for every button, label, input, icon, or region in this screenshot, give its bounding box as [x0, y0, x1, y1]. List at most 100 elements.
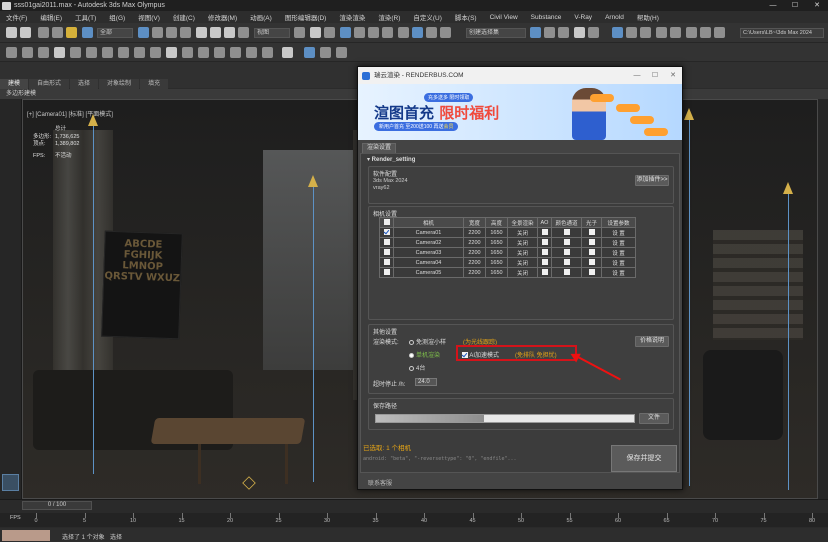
select-camera-checkbox[interactable] [379, 237, 394, 248]
menu-create[interactable]: 创建(C) [173, 12, 195, 22]
menu-tools[interactable]: 工具(T) [75, 12, 96, 22]
vray-mesh-export-icon[interactable] [150, 47, 161, 58]
menu-animation[interactable]: 动画(A) [250, 12, 272, 22]
align-icon[interactable] [426, 27, 437, 38]
arnold-light-icon[interactable] [320, 47, 331, 58]
contact-support-link[interactable]: 联系客服 [368, 478, 392, 487]
select-camera-checkbox[interactable] [379, 257, 394, 268]
render-setup-icon[interactable] [574, 27, 585, 38]
time-slider[interactable]: 0 / 100 [22, 501, 92, 510]
vray-ies-icon[interactable] [22, 47, 33, 58]
dialog-close-button[interactable]: ✕ [664, 67, 682, 84]
menu-edit[interactable]: 编辑(E) [40, 12, 62, 22]
ao-checkbox[interactable] [537, 257, 552, 268]
camera-height-cell[interactable]: 1650 [485, 257, 508, 268]
camera-name-cell[interactable]: Camera05 [393, 267, 464, 278]
placement-icon[interactable] [238, 27, 249, 38]
rotate-icon[interactable] [210, 27, 221, 38]
activeshade-icon[interactable] [640, 27, 651, 38]
radio-standard[interactable] [409, 352, 414, 358]
project-folder-icon[interactable] [686, 27, 697, 38]
track-bar[interactable]: FPS 0 5 10 15 20 25 30 35 40 45 50 55 60 65 70 75 80 [0, 513, 828, 527]
camera-settings-cell[interactable]: 设 置 [601, 247, 636, 258]
rectangular-selection-icon[interactable] [166, 27, 177, 38]
camera-width-cell[interactable]: 2200 [463, 257, 486, 268]
vray-plane-icon[interactable] [102, 47, 113, 58]
maxscript-listener[interactable] [2, 530, 50, 541]
save-path-field[interactable] [375, 414, 635, 423]
project-manager-icon[interactable] [700, 27, 711, 38]
color-channel-checkbox[interactable] [551, 227, 582, 238]
curve-editor-icon[interactable] [530, 27, 541, 38]
camera-height-cell[interactable]: 1650 [485, 237, 508, 248]
table-row[interactable]: Camera02 2200 1650 关闭 设 置 [379, 237, 636, 248]
color-channel-checkbox[interactable] [563, 239, 570, 246]
camera-name-cell[interactable]: Camera02 [393, 237, 464, 248]
menu-customize[interactable]: 自定义(U) [413, 12, 442, 22]
mode-standard-option[interactable]: 单机渲染 [409, 350, 440, 359]
dialog-minimize-button[interactable]: — [628, 67, 646, 84]
camera-checkbox[interactable] [383, 259, 390, 266]
radio-free[interactable] [409, 339, 414, 345]
ao-checkbox[interactable] [537, 247, 552, 258]
snaps-toggle-icon[interactable] [340, 27, 351, 38]
camera-settings-cell[interactable]: 设 置 [601, 237, 636, 248]
photon-checkbox[interactable] [588, 229, 595, 236]
vray-ambient-light-icon[interactable] [38, 47, 49, 58]
arnold-settings-icon[interactable] [336, 47, 347, 58]
photon-checkbox[interactable] [581, 257, 602, 268]
ao-checkbox[interactable] [537, 237, 552, 248]
table-row[interactable]: Camera04 2200 1650 关闭 设 置 [379, 257, 636, 268]
color-channel-checkbox[interactable] [563, 249, 570, 256]
camera-panorama-cell[interactable]: 关闭 [507, 257, 538, 268]
vray-cloud-icon[interactable] [230, 47, 241, 58]
select-camera-checkbox[interactable] [379, 247, 394, 258]
photon-checkbox[interactable] [581, 247, 602, 258]
photon-checkbox[interactable] [581, 267, 602, 278]
pivot-center-icon[interactable] [294, 27, 305, 38]
photon-checkbox[interactable] [588, 249, 595, 256]
camera-name-cell[interactable]: Camera01 [393, 227, 464, 238]
help-icon[interactable] [282, 47, 293, 58]
angle-snap-icon[interactable] [354, 27, 365, 38]
camera-width-cell[interactable]: 2200 [463, 237, 486, 248]
keyboard-shortcut-icon[interactable] [324, 27, 335, 38]
menu-ruiyun-render[interactable]: 渲染渲染 [339, 12, 365, 22]
ao-checkbox[interactable] [541, 269, 548, 276]
close-button[interactable]: ✕ [806, 0, 828, 11]
dialog-title-bar[interactable]: 瑞云渲染 - RENDERBUS.COM — ☐ ✕ [358, 67, 682, 84]
select-camera-checkbox[interactable] [379, 227, 394, 238]
vray-sphere-icon[interactable] [118, 47, 129, 58]
scale-icon[interactable] [224, 27, 235, 38]
maximize-button[interactable]: ☐ [784, 0, 806, 11]
menu-vray[interactable]: V-Ray [574, 14, 592, 21]
save-submit-button[interactable]: 保存并提交 [611, 445, 677, 472]
table-row[interactable]: Camera05 2200 1650 关闭 设 置 [379, 267, 636, 278]
select-object-icon[interactable] [138, 27, 149, 38]
vray-light-icon[interactable] [6, 47, 17, 58]
undo-icon[interactable] [6, 27, 17, 38]
camera-width-cell[interactable]: 2200 [463, 267, 486, 278]
workspace-icon[interactable] [714, 27, 725, 38]
move-icon[interactable] [196, 27, 207, 38]
camera-height-cell[interactable]: 1650 [485, 247, 508, 258]
schematic-view-icon[interactable] [544, 27, 555, 38]
ao-checkbox[interactable] [541, 249, 548, 256]
photon-checkbox[interactable] [581, 227, 602, 238]
menu-help[interactable]: 帮助(H) [637, 12, 659, 22]
reference-coordinate-dropdown[interactable]: 视图 [254, 28, 290, 38]
vray-settings-icon[interactable] [262, 47, 273, 58]
photon-checkbox[interactable] [588, 239, 595, 246]
menu-substance[interactable]: Substance [531, 14, 562, 21]
promo-banner[interactable]: 充多送多 限时领取 渲图首充 限时福利 新用户首充 至200送100 再送会员 [358, 84, 682, 140]
select-all-checkbox[interactable] [383, 219, 390, 226]
camera-name-cell[interactable]: Camera03 [393, 247, 464, 258]
vray-vfb-icon[interactable] [166, 47, 177, 58]
photon-checkbox[interactable] [588, 259, 595, 266]
viewport-layout-button[interactable] [2, 474, 19, 491]
toggle-scene-explorer-icon[interactable] [440, 27, 451, 38]
camera-height-cell[interactable]: 1650 [485, 227, 508, 238]
mode-4-option[interactable]: 4台 [409, 363, 425, 372]
material-editor-icon[interactable] [558, 27, 569, 38]
camera-checkbox[interactable] [383, 269, 390, 276]
